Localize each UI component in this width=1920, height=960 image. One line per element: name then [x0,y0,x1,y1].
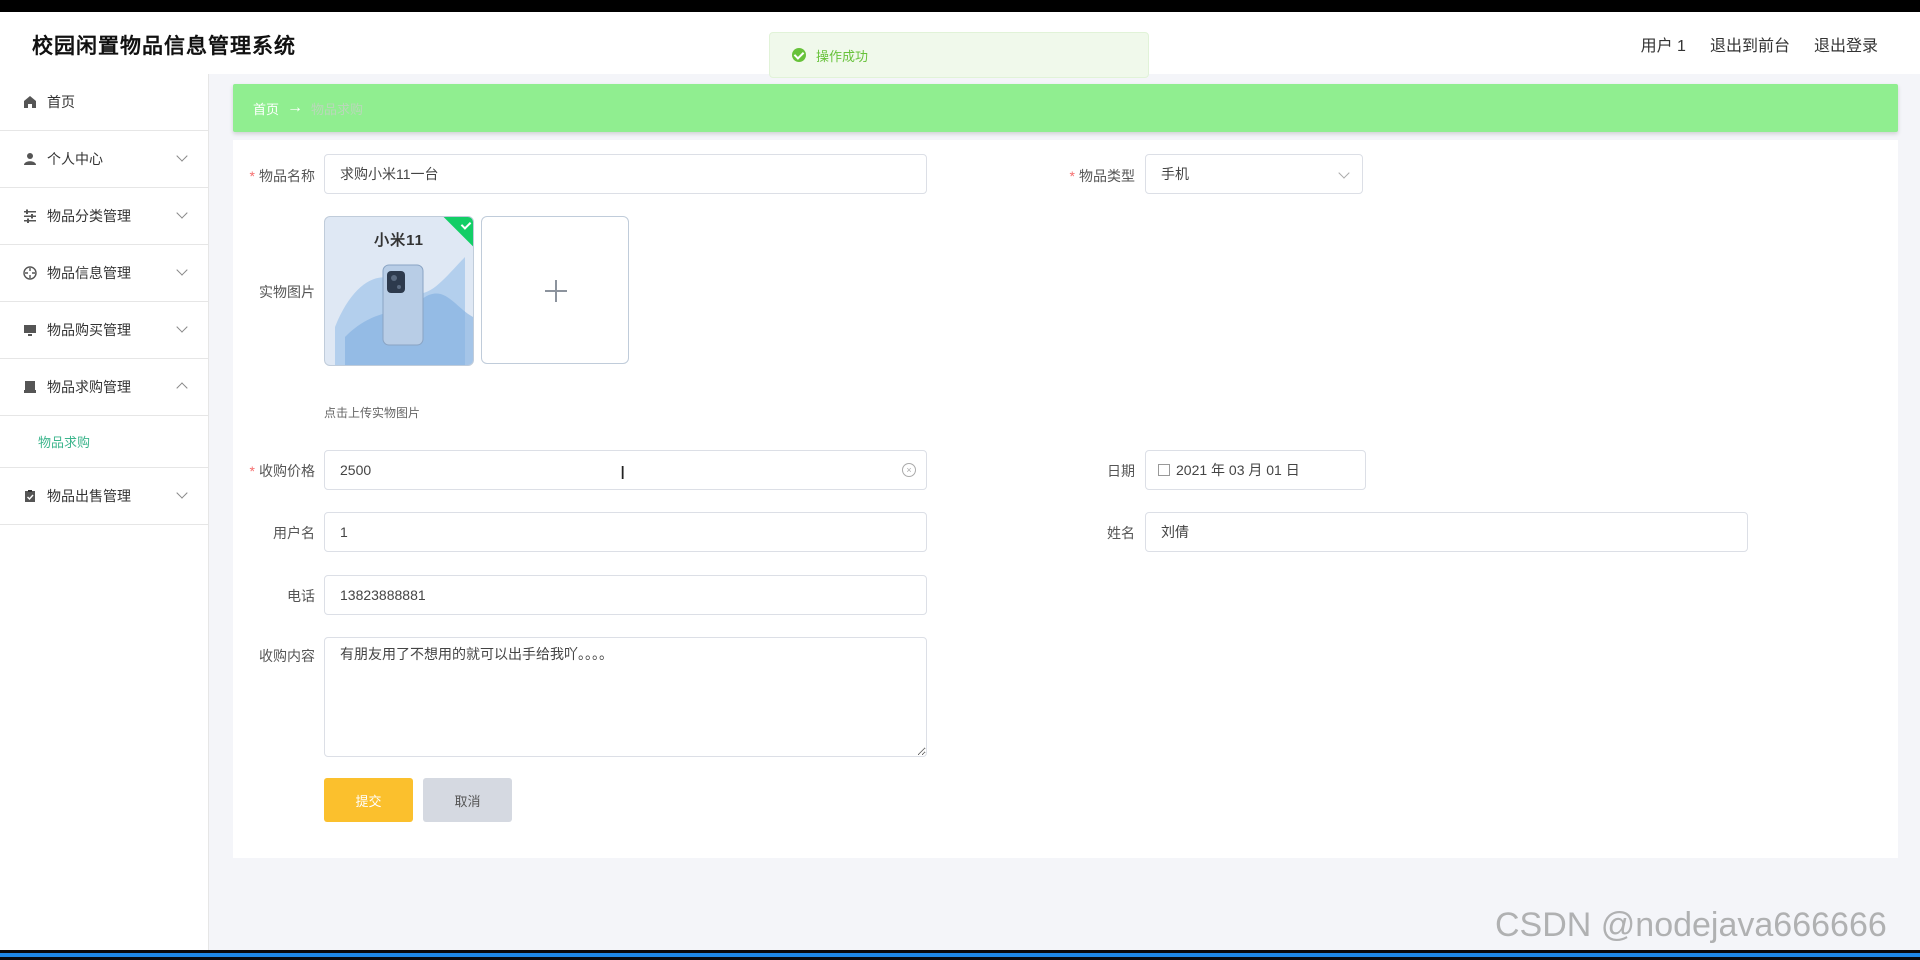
date-label: 日期 [1107,463,1135,479]
back-to-front-link[interactable]: 退出到前台 [1710,32,1790,56]
check-circle-icon [792,48,806,62]
sidebar-item-info-management[interactable]: 物品信息管理 [0,245,208,302]
item-type-select[interactable]: 手机 [1145,154,1363,194]
sidebar-item-label: 物品信息管理 [47,265,131,281]
price-label-text: 收购价格 [259,463,315,479]
current-user-label[interactable]: 用户 1 [1641,32,1686,56]
chevron-down-icon [1338,167,1350,179]
watermark: CSDN @nodejava666666 [1495,906,1887,944]
item-type-label-text: 物品类型 [1079,168,1135,184]
breadcrumb: 首页 → 物品求购 [233,84,1898,132]
printer-icon [22,379,38,395]
sidebar-item-want-management[interactable]: 物品求购管理 [0,359,208,416]
username-input[interactable]: 1 [324,512,927,552]
phone-input[interactable]: 13823888881 [324,575,927,615]
chevron-up-icon [176,382,188,394]
success-toast: 操作成功 [769,32,1149,78]
item-type-label: * 物品类型 [1025,166,1135,186]
sidebar-item-category-management[interactable]: 物品分类管理 [0,188,208,245]
upload-add-button[interactable] [481,216,629,364]
sidebar-item-label: 物品分类管理 [47,208,131,224]
app-title: 校园闲置物品信息管理系统 [32,35,296,58]
sliders-icon [22,208,38,224]
chevron-down-icon [176,264,188,276]
user-icon [22,151,38,167]
header-links: 用户 1 退出到前台 退出登录 [1641,32,1878,56]
content-textarea[interactable]: 有朋友用了不想用的就可以出手给我吖。。。。 [324,637,927,757]
name-input[interactable]: 刘倩 [1145,512,1748,552]
required-mark: * [1069,168,1075,184]
item-type-selected-value: 手机 [1161,166,1189,182]
sidebar-item-label: 物品求购管理 [47,379,131,395]
progress-strip [0,953,1920,957]
toast-message: 操作成功 [816,48,869,64]
sidebar: 首页 个人中心 物品分类管理 物品信息管理 物品购买管理 物品求购管理 物品求购… [0,74,209,950]
logout-link[interactable]: 退出登录 [1814,32,1878,56]
required-mark: * [249,168,255,184]
item-name-input[interactable]: 求购小米11一台 [324,154,927,194]
username-label: 用户名 [273,525,315,541]
item-name-label: * 物品名称 [205,166,315,186]
required-mark: * [249,463,255,479]
sidebar-item-label: 首页 [47,94,75,110]
phone-label: 电话 [287,588,315,604]
sidebar-subitem-want-to-buy[interactable]: 物品求购 [0,416,208,468]
sidebar-item-label: 物品购买管理 [47,322,131,338]
price-input[interactable]: 2500 × [324,450,927,490]
calendar-icon [1158,464,1170,477]
content-label: 收购内容 [259,648,315,664]
clear-icon[interactable]: × [902,463,916,477]
sidebar-item-label: 个人中心 [47,151,103,167]
photo-label: 实物图片 [259,284,315,300]
monitor-icon [22,322,38,338]
sidebar-item-personal-center[interactable]: 个人中心 [0,131,208,188]
cancel-button[interactable]: 取消 [423,778,512,822]
sidebar-item-sale-management[interactable]: 物品出售管理 [0,468,208,525]
window-top-strip [0,0,1920,12]
upload-tip: 点击上传实物图片 [324,406,421,420]
date-value: 2021 年 03 月 01 日 [1176,462,1300,478]
phone-photo-image [335,257,473,365]
arrow-right-icon: → [287,99,304,116]
breadcrumb-home-link[interactable]: 首页 [253,99,279,118]
item-name-label-text: 物品名称 [259,168,315,184]
chevron-down-icon [176,321,188,333]
uploaded-photo-thumbnail[interactable]: 小米11 [324,216,474,366]
date-picker[interactable]: 2021 年 03 月 01 日 [1145,450,1366,490]
window-bottom-strip [0,950,1920,960]
price-label: * 收购价格 [205,461,315,481]
chevron-down-icon [176,150,188,162]
plus-icon-vertical [555,280,557,302]
submit-button[interactable]: 提交 [324,778,413,822]
chevron-down-icon [176,487,188,499]
sidebar-item-purchase-management[interactable]: 物品购买管理 [0,302,208,359]
name-label: 姓名 [1107,525,1135,541]
breadcrumb-current: 物品求购 [311,101,364,117]
sidebar-item-home[interactable]: 首页 [0,74,208,131]
price-value: 2500 [340,462,372,478]
clipboard-icon [22,488,38,504]
compass-icon [22,265,38,281]
home-icon [22,94,38,110]
sidebar-item-label: 物品出售管理 [47,488,131,504]
chevron-down-icon [176,207,188,219]
text-cursor-icon: Ⅰ [620,463,626,484]
